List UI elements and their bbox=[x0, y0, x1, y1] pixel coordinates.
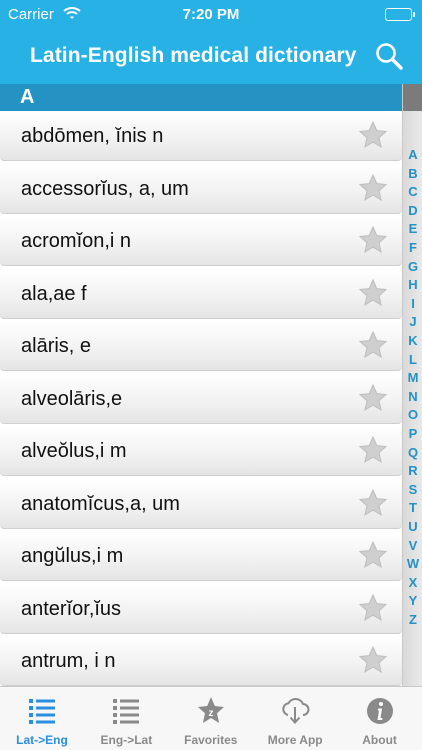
index-letter[interactable]: I bbox=[403, 296, 422, 311]
favorite-star-icon[interactable] bbox=[358, 330, 388, 360]
index-letter[interactable]: P bbox=[403, 426, 422, 441]
entry-term: acromĭon,i n bbox=[21, 230, 132, 252]
entry-list[interactable]: abdōmen, ĭnis n accessorĭus, a, um acromĭo… bbox=[0, 111, 402, 686]
tab-eng-lat[interactable]: Eng->Lat bbox=[84, 687, 168, 750]
entry-row[interactable]: ala,ae f bbox=[0, 268, 402, 319]
tab-label: More App bbox=[267, 733, 323, 747]
entry-term: alāris, e bbox=[21, 335, 92, 357]
entry-row[interactable]: abdōmen, ĭnis n bbox=[0, 111, 402, 161]
entry-row[interactable]: antrum, i n bbox=[0, 636, 402, 686]
entry-term: abdōmen, ĭnis n bbox=[21, 125, 164, 147]
index-letter[interactable]: R bbox=[403, 463, 422, 478]
entry-term: angŭlus,i m bbox=[21, 545, 124, 567]
index-letter[interactable]: Y bbox=[403, 593, 422, 608]
entry-term: alveŏlus,i m bbox=[21, 440, 127, 462]
entry-term: anterĭor,ĭus bbox=[21, 597, 122, 620]
entry-row[interactable]: alāris, e bbox=[0, 321, 402, 371]
favorite-star-icon[interactable] bbox=[358, 383, 388, 413]
favorite-star-icon[interactable] bbox=[358, 645, 388, 675]
index-letter[interactable]: E bbox=[403, 221, 422, 236]
alphabet-index[interactable]: ABCDEFGHIJKLMNOPQRSTUVWXYZ bbox=[402, 84, 422, 686]
index-letter[interactable]: K bbox=[403, 333, 422, 348]
entry-row[interactable]: accessorĭus, a, um bbox=[0, 163, 402, 214]
index-letter[interactable]: W bbox=[403, 556, 422, 571]
page-title: Latin-English medical dictionary bbox=[30, 44, 357, 67]
entry-row[interactable]: alveŏlus,i m bbox=[0, 426, 402, 476]
favorite-star-icon[interactable] bbox=[358, 120, 388, 150]
entry-term: anatomĭcus,a, um bbox=[21, 492, 180, 515]
index-letter[interactable]: F bbox=[403, 240, 422, 255]
navigation-bar: Latin-English medical dictionary bbox=[0, 30, 422, 84]
index-letter[interactable]: C bbox=[403, 184, 422, 199]
index-letter[interactable]: T bbox=[403, 500, 422, 515]
entry-term: ala,ae f bbox=[21, 282, 87, 305]
entry-term: accessorĭus, a, um bbox=[21, 177, 189, 200]
entry-term: alveolāris,e bbox=[21, 387, 123, 410]
tab-lat-eng[interactable]: Lat->Eng bbox=[0, 687, 84, 750]
index-letter[interactable]: D bbox=[403, 203, 422, 218]
favorite-star-icon[interactable] bbox=[358, 278, 388, 308]
index-letter[interactable]: Z bbox=[403, 612, 422, 627]
index-letter[interactable]: A bbox=[403, 147, 422, 162]
index-letter[interactable]: V bbox=[403, 538, 422, 553]
favorite-star-icon[interactable] bbox=[358, 593, 388, 623]
tab-about[interactable]: About bbox=[338, 687, 422, 750]
index-letter[interactable]: N bbox=[403, 389, 422, 404]
entry-row[interactable]: angŭlus,i m bbox=[0, 531, 402, 581]
battery-icon bbox=[385, 8, 415, 21]
index-letter[interactable]: O bbox=[403, 407, 422, 422]
tab-bar: Lat->Eng Eng->Lat z Favorites More App About bbox=[0, 686, 422, 750]
status-time: 7:20 PM bbox=[182, 6, 240, 23]
favorite-star-icon[interactable] bbox=[358, 488, 388, 518]
entry-row[interactable]: alveolāris,e bbox=[0, 373, 402, 424]
index-letter[interactable]: M bbox=[403, 370, 422, 385]
tab-label: Eng->Lat bbox=[100, 733, 153, 747]
entry-term: antrum, i n bbox=[21, 650, 116, 672]
tab-label: Favorites bbox=[184, 733, 238, 747]
status-bar: Carrier 7:20 PM bbox=[0, 0, 422, 30]
tab-more-app[interactable]: More App bbox=[253, 687, 337, 750]
tab-favorites[interactable]: z Favorites bbox=[169, 687, 253, 750]
search-icon[interactable] bbox=[374, 41, 404, 71]
favorite-star-icon[interactable] bbox=[358, 173, 388, 203]
index-letter[interactable]: J bbox=[403, 314, 422, 329]
index-letter[interactable]: B bbox=[403, 166, 422, 181]
tab-label: Lat->Eng bbox=[16, 733, 68, 747]
favorite-star-icon[interactable] bbox=[358, 435, 388, 465]
entry-row[interactable]: anterĭor,ĭus bbox=[0, 583, 402, 634]
index-header-block bbox=[403, 84, 422, 111]
favorite-star-icon[interactable] bbox=[358, 540, 388, 570]
index-letter[interactable]: S bbox=[403, 482, 422, 497]
index-letter[interactable]: G bbox=[403, 259, 422, 274]
entry-row[interactable]: acromĭon,i n bbox=[0, 216, 402, 266]
favorite-star-icon[interactable] bbox=[358, 225, 388, 255]
entry-row[interactable]: anatomĭcus,a, um bbox=[0, 478, 402, 529]
index-letter[interactable]: H bbox=[403, 277, 422, 292]
index-letter[interactable]: Q bbox=[403, 445, 422, 460]
index-letter[interactable]: X bbox=[403, 575, 422, 590]
tab-label: About bbox=[362, 733, 397, 747]
index-letter[interactable]: L bbox=[403, 352, 422, 367]
index-letter[interactable]: U bbox=[403, 519, 422, 534]
svg-text:z: z bbox=[208, 708, 213, 719]
section-header: A bbox=[0, 84, 402, 111]
